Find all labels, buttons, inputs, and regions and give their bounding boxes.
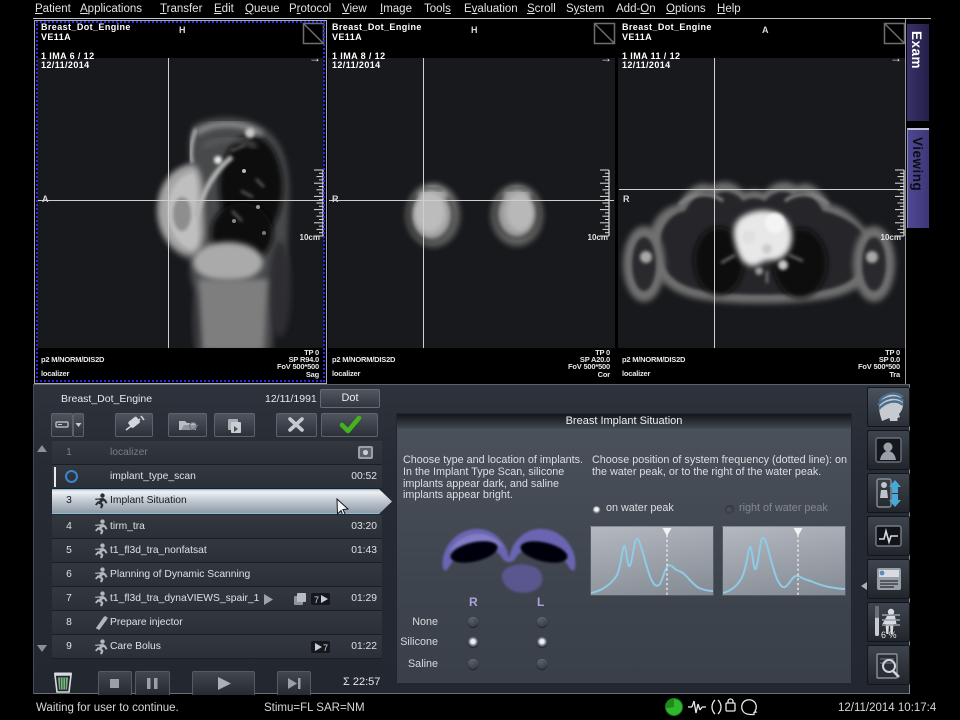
svg-text:6 %: 6 % <box>881 630 897 640</box>
svg-text:7: 7 <box>314 595 319 605</box>
svg-text:7: 7 <box>323 643 328 653</box>
